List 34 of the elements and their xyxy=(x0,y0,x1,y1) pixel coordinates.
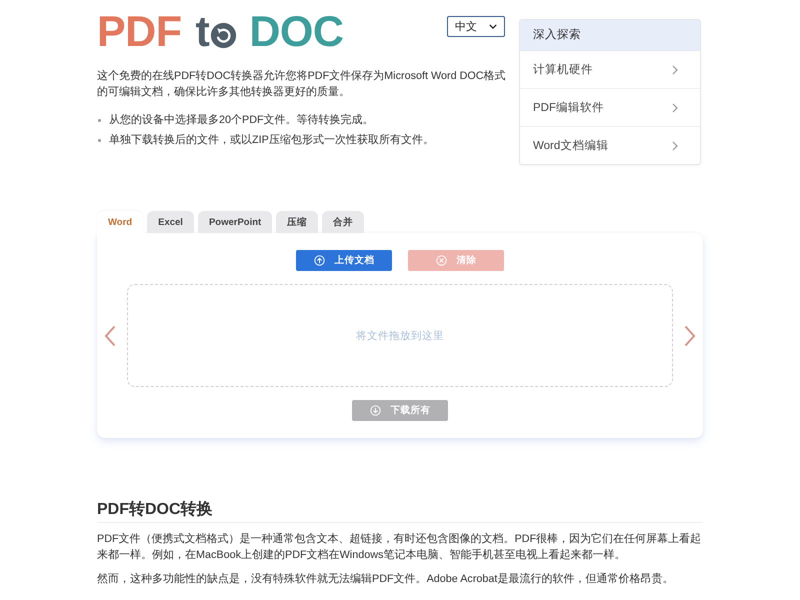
sidebar-title: 深入探索 xyxy=(520,20,700,51)
previous-button[interactable] xyxy=(104,324,116,346)
sidebar-link[interactable]: 计算机硬件 xyxy=(520,51,700,89)
logo-text: PDF xyxy=(97,12,182,52)
logo-text: t xyxy=(196,12,210,52)
intro-paragraph: 这个免费的在线PDF转DOC转换器允许您将PDF文件保存为Microsoft Word DOC格式的可编辑文档，确保比许多其他转换器更好的质量。 xyxy=(97,68,507,100)
bullet-text: 从您的设备中选择最多20个PDF文件。等待转换完成。 xyxy=(109,113,374,127)
chevron-right-icon xyxy=(684,324,696,346)
close-circle-icon xyxy=(436,255,446,266)
bullet-text: 单独下载转换后的文件，或以ZIP压缩包形式一次性获取所有文件。 xyxy=(109,133,434,147)
tab[interactable]: 压缩 xyxy=(276,211,318,233)
section-heading: PDF转DOC转换 xyxy=(97,500,703,523)
logo-text: DOC xyxy=(249,12,344,52)
article-paragraph: PDF文件（便携式文档格式）是一种通常包含文本、超链接，有时还包含图像的文档。PDF很棒，因为它们在任何屏幕上看起来都一样。例如，在MacBook上创建的PDF文档在Windows笔记本电脑、智能手机甚至电视上看起来都一样。 xyxy=(97,532,702,563)
chevron-right-icon xyxy=(672,102,678,112)
language-select[interactable]: 中文 xyxy=(447,16,505,37)
chevron-right-icon xyxy=(672,64,678,74)
drop-zone-hint: 将文件拖放到这里 xyxy=(356,328,444,342)
sidebar-link[interactable]: Word文档编辑 xyxy=(520,127,700,164)
bullet-icon xyxy=(98,118,101,122)
arrow-down-circle-icon xyxy=(370,405,380,416)
tab[interactable]: Word xyxy=(97,211,144,233)
chevron-right-icon xyxy=(672,140,678,150)
sidebar-link[interactable]: PDF编辑软件 xyxy=(520,89,700,127)
tab[interactable]: 合并 xyxy=(322,211,364,233)
upload-button[interactable]: 上传文档 xyxy=(296,250,392,271)
bullet-icon xyxy=(98,138,101,142)
tab[interactable]: PowerPoint xyxy=(198,211,272,233)
tab[interactable]: Excel xyxy=(147,211,194,233)
next-button[interactable] xyxy=(684,324,696,346)
arrow-up-circle-icon xyxy=(314,255,324,266)
article-paragraph: 然而，这种多功能性的缺点是，没有特殊软件就无法编辑PDF文件。Adobe Acrobat是最流行的软件，但通常价格昂贵。 xyxy=(97,572,674,587)
chevron-left-icon xyxy=(104,324,116,346)
caret-icon xyxy=(489,24,497,29)
